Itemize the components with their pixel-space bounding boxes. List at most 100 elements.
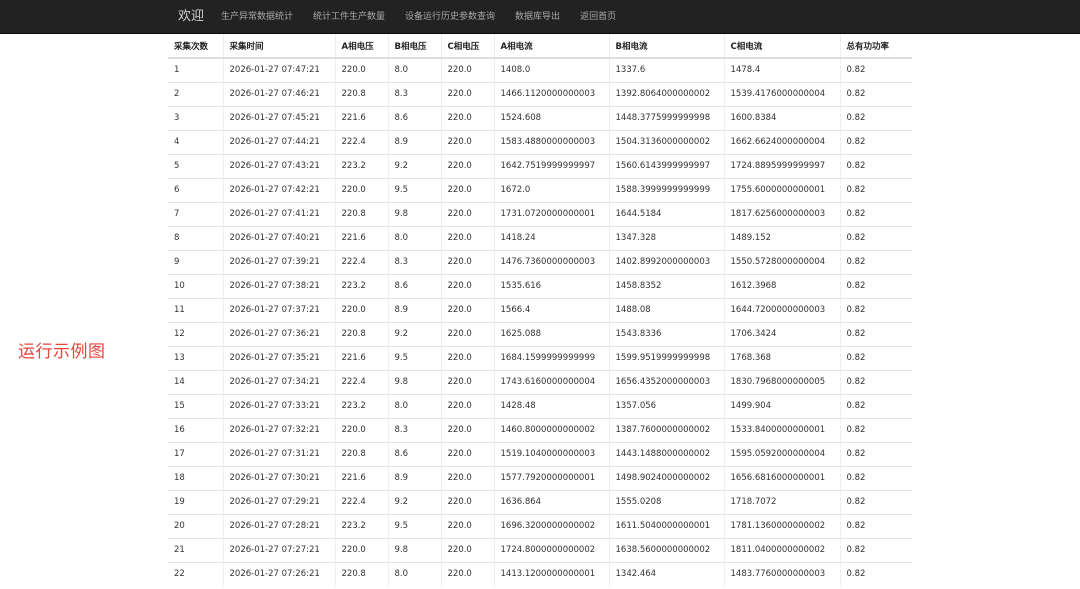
cell-sample-no: 5 (168, 153, 223, 178)
table-row: 19 2026-01-27 07:29:21 222.4 9.2 220.0 1636.8… (168, 489, 912, 514)
cell-total-active-power: 0.82 (839, 537, 912, 562)
cell-phase-b-current: 1588.3999999999999 (608, 177, 724, 202)
cell-phase-a-voltage: 221.6 (334, 105, 388, 130)
cell-phase-a-current: 1524.608 (493, 105, 609, 130)
cell-phase-c-voltage: 220.0 (440, 417, 494, 442)
cell-phase-a-current: 1636.864 (493, 489, 609, 514)
cell-phase-c-voltage: 220.0 (440, 441, 494, 466)
table-row: 4 2026-01-27 07:44:21 222.4 8.9 220.0 1583.48… (168, 129, 912, 154)
cell-phase-c-current: 1612.3968 (723, 273, 840, 298)
cell-total-active-power: 0.82 (839, 105, 912, 130)
cell-sample-no: 17 (168, 441, 223, 466)
cell-phase-b-voltage: 8.0 (387, 57, 441, 82)
cell-phase-c-current: 1781.1360000000002 (723, 513, 840, 538)
cell-phase-c-current: 1600.8384 (723, 105, 840, 130)
cell-sample-time: 2026-01-27 07:33:21 (222, 393, 335, 418)
cell-sample-no: 7 (168, 201, 223, 226)
cell-total-active-power: 0.82 (839, 129, 912, 154)
cell-phase-b-current: 1392.8064000000002 (608, 81, 724, 106)
cell-sample-time: 2026-01-27 07:36:21 (222, 321, 335, 346)
nav-link-home[interactable]: 返回首页 (580, 11, 616, 23)
cell-phase-a-current: 1672.0 (493, 177, 609, 202)
cell-total-active-power: 0.82 (839, 273, 912, 298)
cell-phase-a-voltage: 220.0 (334, 177, 388, 202)
cell-phase-b-current: 1402.8992000000003 (608, 249, 724, 274)
cell-sample-no: 13 (168, 345, 223, 370)
cell-phase-b-voltage: 8.0 (387, 393, 441, 418)
data-table: 采集次数 采集时间 A相电压 B相电压 C相电压 A相电流 B相电流 C相电流 … (168, 34, 912, 586)
cell-phase-b-current: 1599.9519999999998 (608, 345, 724, 370)
cell-phase-a-current: 1642.7519999999997 (493, 153, 609, 178)
cell-phase-c-current: 1533.8400000000001 (723, 417, 840, 442)
cell-phase-b-current: 1656.4352000000003 (608, 369, 724, 394)
cell-phase-c-current: 1768.368 (723, 345, 840, 370)
cell-phase-c-voltage: 220.0 (440, 393, 494, 418)
cell-phase-b-current: 1448.3775999999998 (608, 105, 724, 130)
table-row: 18 2026-01-27 07:30:21 221.6 8.9 220.0 1577.7… (168, 465, 912, 490)
cell-sample-time: 2026-01-27 07:30:21 (222, 465, 335, 490)
nav-link-db-export[interactable]: 数据库导出 (515, 11, 560, 23)
cell-phase-b-voltage: 8.3 (387, 249, 441, 274)
table-row: 5 2026-01-27 07:43:21 223.2 9.2 220.0 1642.75… (168, 153, 912, 178)
cell-sample-no: 15 (168, 393, 223, 418)
table-row: 22 2026-01-27 07:26:21 220.8 8.0 220.0 1413.1… (168, 561, 912, 586)
cell-phase-a-current: 1696.3200000000002 (493, 513, 609, 538)
cell-sample-no: 6 (168, 177, 223, 202)
table-row: 7 2026-01-27 07:41:21 220.8 9.8 220.0 1731.07… (168, 201, 912, 226)
cell-phase-c-current: 1755.6000000000001 (723, 177, 840, 202)
top-navbar: 欢迎 生产异常数据统计 统计工件生产数量 设备运行历史参数查询 数据库导出 返回… (0, 0, 1080, 34)
cell-phase-a-current: 1577.7920000000001 (493, 465, 609, 490)
cell-phase-a-voltage: 223.2 (334, 273, 388, 298)
cell-total-active-power: 0.82 (839, 345, 912, 370)
cell-sample-time: 2026-01-27 07:43:21 (222, 153, 335, 178)
cell-phase-b-current: 1458.8352 (608, 273, 724, 298)
cell-phase-c-voltage: 220.0 (440, 489, 494, 514)
table-row: 6 2026-01-27 07:42:21 220.0 9.5 220.0 1672.0 1… (168, 177, 912, 202)
cell-sample-no: 8 (168, 225, 223, 250)
header-phase-a-voltage: A相电压 (334, 34, 388, 59)
cell-sample-no: 2 (168, 81, 223, 106)
cell-phase-b-current: 1443.1488000000002 (608, 441, 724, 466)
cell-sample-no: 20 (168, 513, 223, 538)
cell-total-active-power: 0.82 (839, 465, 912, 490)
cell-phase-a-current: 1684.1599999999999 (493, 345, 609, 370)
cell-total-active-power: 0.82 (839, 369, 912, 394)
cell-phase-a-current: 1460.8000000000002 (493, 417, 609, 442)
cell-total-active-power: 0.82 (839, 153, 912, 178)
cell-phase-c-voltage: 220.0 (440, 153, 494, 178)
cell-phase-a-current: 1625.088 (493, 321, 609, 346)
nav-link-abnormal-stats[interactable]: 生产异常数据统计 (221, 11, 293, 23)
cell-phase-c-current: 1478.4 (723, 57, 840, 82)
cell-sample-time: 2026-01-27 07:39:21 (222, 249, 335, 274)
cell-phase-a-current: 1535.616 (493, 273, 609, 298)
nav-link-workpiece-count[interactable]: 统计工件生产数量 (313, 11, 385, 23)
cell-phase-a-voltage: 222.4 (334, 369, 388, 394)
cell-sample-time: 2026-01-27 07:41:21 (222, 201, 335, 226)
cell-phase-c-voltage: 220.0 (440, 345, 494, 370)
navbar-brand[interactable]: 欢迎 (178, 9, 204, 25)
cell-phase-c-current: 1662.6624000000004 (723, 129, 840, 154)
cell-phase-c-voltage: 220.0 (440, 57, 494, 82)
cell-sample-time: 2026-01-27 07:37:21 (222, 297, 335, 322)
cell-phase-b-current: 1342.464 (608, 561, 724, 586)
cell-sample-time: 2026-01-27 07:31:21 (222, 441, 335, 466)
cell-phase-a-current: 1428.48 (493, 393, 609, 418)
cell-phase-b-current: 1555.0208 (608, 489, 724, 514)
cell-sample-time: 2026-01-27 07:42:21 (222, 177, 335, 202)
cell-phase-b-current: 1387.7600000000002 (608, 417, 724, 442)
cell-phase-c-current: 1830.7968000000005 (723, 369, 840, 394)
table-row: 16 2026-01-27 07:32:21 220.0 8.3 220.0 1460.8… (168, 417, 912, 442)
cell-total-active-power: 0.82 (839, 201, 912, 226)
cell-phase-b-current: 1560.6143999999997 (608, 153, 724, 178)
cell-phase-a-voltage: 220.8 (334, 441, 388, 466)
cell-total-active-power: 0.82 (839, 321, 912, 346)
cell-sample-no: 21 (168, 537, 223, 562)
cell-sample-no: 11 (168, 297, 223, 322)
cell-total-active-power: 0.82 (839, 297, 912, 322)
nav-link-history-query[interactable]: 设备运行历史参数查询 (405, 11, 495, 23)
cell-phase-a-voltage: 223.2 (334, 513, 388, 538)
cell-phase-b-voltage: 9.5 (387, 513, 441, 538)
cell-total-active-power: 0.82 (839, 177, 912, 202)
table-row: 11 2026-01-27 07:37:21 220.0 8.9 220.0 1566.4… (168, 297, 912, 322)
cell-phase-a-voltage: 221.6 (334, 465, 388, 490)
